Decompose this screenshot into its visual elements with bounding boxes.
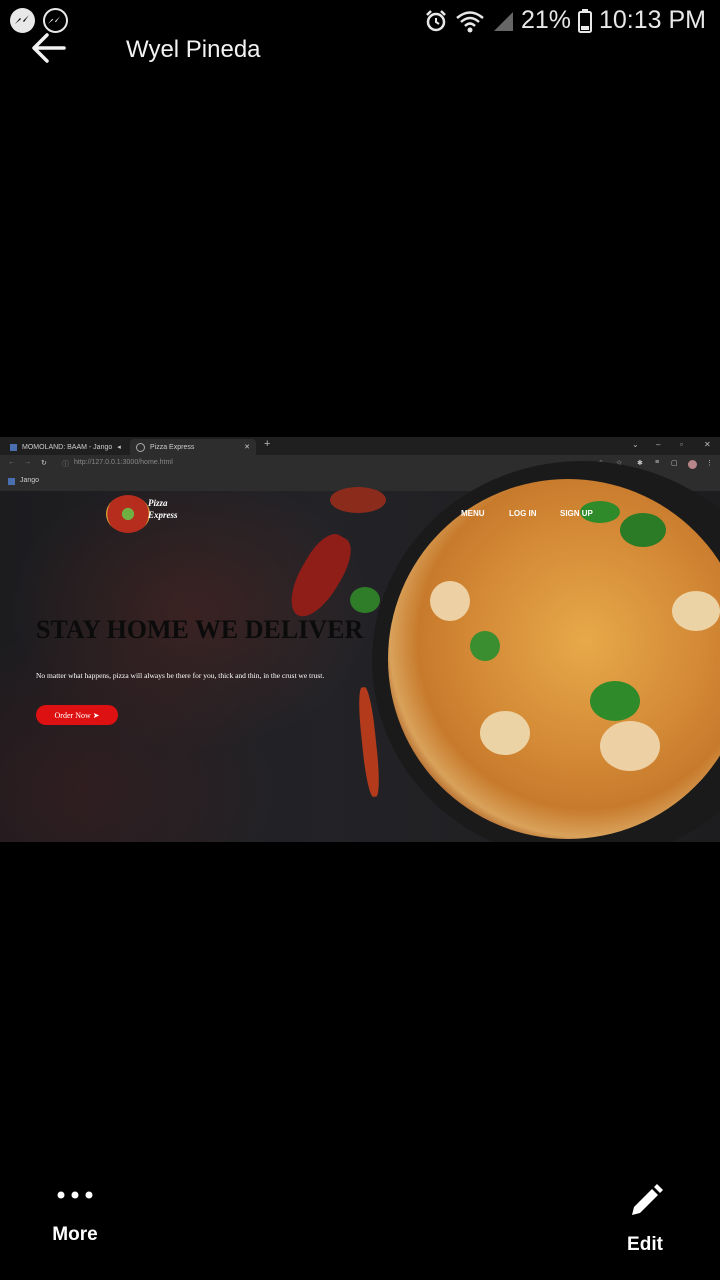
url-text: http://127.0.0.1:3000/home.html bbox=[74, 459, 173, 466]
new-tab-icon: + bbox=[264, 438, 271, 450]
nav-login: LOG IN bbox=[509, 509, 537, 518]
jango-icon bbox=[8, 478, 15, 485]
pizza-express-page: Pizza Express MENU LOG IN SIGN UP STAY H… bbox=[0, 461, 720, 842]
browser-tab-strip: MOMOLAND: BAAM - Jango ◂ ✕ Pizza Express… bbox=[0, 437, 720, 455]
chevron-down-icon: ⌄ bbox=[632, 440, 639, 449]
extensions-icon: ✱ bbox=[637, 460, 643, 467]
edit-button[interactable]: Edit bbox=[612, 1184, 678, 1258]
reload-icon: ↻ bbox=[41, 460, 47, 467]
mozzarella bbox=[600, 721, 660, 771]
edit-label: Edit bbox=[627, 1234, 663, 1255]
page-title: Wyel Pineda bbox=[126, 36, 261, 63]
globe-icon bbox=[136, 442, 145, 452]
nav-back-icon: ← bbox=[8, 459, 15, 466]
photo-viewer[interactable]: MOMOLAND: BAAM - Jango ◂ ✕ Pizza Express… bbox=[0, 437, 720, 842]
tab-label: Pizza Express bbox=[150, 443, 195, 451]
close-icon: ✕ bbox=[244, 444, 250, 451]
hero-subtitle: No matter what happens, pizza will alway… bbox=[36, 671, 325, 680]
menu-icon: ⋮ bbox=[706, 460, 713, 467]
header: Wyel Pineda bbox=[0, 24, 720, 76]
arrow-left-icon bbox=[32, 33, 66, 63]
mozzarella bbox=[430, 581, 470, 621]
minimize-icon: – bbox=[656, 440, 661, 449]
more-label: More bbox=[52, 1224, 98, 1245]
basil-leaf bbox=[470, 631, 500, 661]
basil-leaf bbox=[620, 513, 666, 547]
chili-pepper bbox=[280, 527, 360, 625]
nav-signup: SIGN UP bbox=[560, 509, 593, 518]
pencil-icon bbox=[632, 1184, 663, 1215]
close-window-icon: ✕ bbox=[704, 440, 711, 449]
order-now-button: Order Now ➤ bbox=[36, 705, 118, 725]
window-icon: ▢ bbox=[671, 460, 678, 467]
logo-text: Pizza Express bbox=[148, 497, 178, 521]
bookmark-label: Jango bbox=[20, 477, 40, 484]
restore-icon: ▫ bbox=[680, 440, 683, 449]
info-icon: ⓘ bbox=[62, 461, 69, 468]
browser-tab: Pizza Express ✕ bbox=[130, 439, 256, 455]
tab-label: MOMOLAND: BAAM - Jango bbox=[22, 443, 113, 451]
profile-avatar bbox=[688, 460, 697, 469]
spice-bowl bbox=[330, 487, 386, 513]
hero-title: STAY HOME WE DELIVER bbox=[36, 615, 364, 644]
jango-icon bbox=[10, 443, 17, 451]
back-button[interactable] bbox=[30, 32, 70, 68]
bottom-action-bar: More Edit bbox=[0, 1160, 720, 1280]
media-icon: ≡ bbox=[655, 459, 660, 466]
browser-tab: MOMOLAND: BAAM - Jango ◂ ✕ bbox=[4, 439, 144, 455]
nav-menu: MENU bbox=[461, 509, 485, 518]
basil-leaf bbox=[590, 681, 640, 721]
basil-leaf bbox=[350, 587, 380, 613]
logo-line: Pizza bbox=[148, 498, 168, 508]
pizza-express-logo bbox=[106, 495, 150, 533]
mozzarella bbox=[672, 591, 720, 631]
more-horizontal-icon bbox=[57, 1191, 93, 1199]
logo-line: Express bbox=[148, 510, 178, 520]
speaker-icon: ◂ bbox=[117, 444, 121, 451]
mozzarella bbox=[480, 711, 530, 755]
more-button[interactable]: More bbox=[44, 1188, 106, 1258]
nav-forward-icon: → bbox=[24, 459, 31, 466]
